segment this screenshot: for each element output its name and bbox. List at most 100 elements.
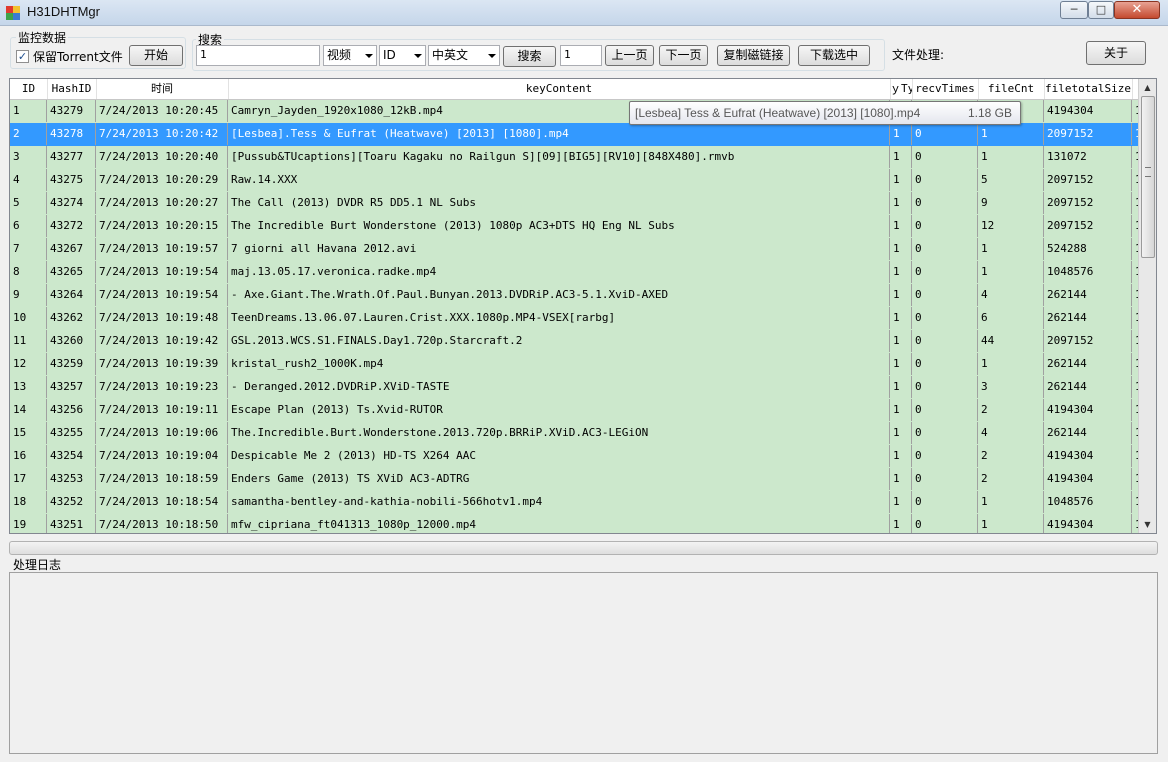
cell-id[interactable]: 12 <box>10 353 47 375</box>
cell-keycontent[interactable]: Escape Plan (2013) Ts.Xvid-RUTOR <box>228 399 890 421</box>
cell-hashid[interactable]: 43265 <box>47 261 96 283</box>
cell-filetotalsize[interactable]: 131072 <box>1044 146 1132 168</box>
cell-keycontent[interactable]: [Lesbea].Tess & Eufrat (Heatwave) [2013]… <box>228 123 890 145</box>
cell-recvtimes[interactable]: 0 <box>912 491 978 513</box>
search-input[interactable]: 1 <box>196 45 320 66</box>
cell-hashid[interactable]: 43251 <box>47 514 96 533</box>
cell-hashid[interactable]: 43267 <box>47 238 96 260</box>
column-header-time[interactable]: 时间 <box>96 79 229 99</box>
cell-id[interactable]: 13 <box>10 376 47 398</box>
cell-recvtimes[interactable]: 0 <box>912 330 978 352</box>
scroll-thumb[interactable] <box>1141 96 1155 258</box>
cell-time[interactable]: 7/24/2013 10:20:42 <box>96 123 228 145</box>
cell-filecnt[interactable]: 2 <box>978 399 1044 421</box>
cell-filetotalsize[interactable]: 4194304 <box>1044 445 1132 467</box>
cell-recvtimes[interactable]: 0 <box>912 307 978 329</box>
cell-id[interactable]: 3 <box>10 146 47 168</box>
log-textbox[interactable] <box>9 572 1158 754</box>
cell-keycontent[interactable]: The Incredible Burt Wonderstone (2013) 1… <box>228 215 890 237</box>
type-select[interactable]: 视频 <box>323 45 377 66</box>
cell-filecnt[interactable]: 2 <box>978 468 1044 490</box>
cell-recvtimes[interactable]: 0 <box>912 353 978 375</box>
column-header-type[interactable]: ｙTy <box>890 79 913 99</box>
cell-hashid[interactable]: 43264 <box>47 284 96 306</box>
language-select[interactable]: 中英文 <box>428 45 500 66</box>
table-row[interactable]: 3 43277 7/24/2013 10:20:40 [Pussub&TUcaptio… <box>10 146 1140 170</box>
cell-filetotalsize[interactable]: 524288 <box>1044 238 1132 260</box>
cell-id[interactable]: 7 <box>10 238 47 260</box>
maximize-button[interactable]: □ <box>1088 1 1114 19</box>
cell-filetotalsize[interactable]: 2097152 <box>1044 192 1132 214</box>
vertical-scrollbar[interactable]: ▲ ▼ <box>1138 79 1156 533</box>
table-row[interactable]: 4 43275 7/24/2013 10:20:29 Raw.14.XXX 1 0 5 209… <box>10 169 1140 193</box>
cell-type[interactable]: 1 <box>890 422 912 444</box>
cell-hashid[interactable]: 43259 <box>47 353 96 375</box>
cell-type[interactable]: 1 <box>890 284 912 306</box>
cell-keycontent[interactable]: Raw.14.XXX <box>228 169 890 191</box>
cell-filetotalsize[interactable]: 1048576 <box>1044 491 1132 513</box>
cell-filecnt[interactable]: 1 <box>978 353 1044 375</box>
cell-hashid[interactable]: 43279 <box>47 100 96 122</box>
cell-filecnt[interactable]: 5 <box>978 169 1044 191</box>
table-row[interactable]: 5 43274 7/24/2013 10:20:27 The Call (2013) … <box>10 192 1140 216</box>
cell-id[interactable]: 18 <box>10 491 47 513</box>
cell-type[interactable]: 1 <box>890 468 912 490</box>
cell-recvtimes[interactable]: 0 <box>912 376 978 398</box>
cell-type[interactable]: 1 <box>890 238 912 260</box>
table-row[interactable]: 2 43278 7/24/2013 10:20:42 [Lesbea].Tess & … <box>10 123 1140 147</box>
table-row[interactable]: 12 43259 7/24/2013 10:19:39 kristal_rush2_1… <box>10 353 1140 377</box>
cell-recvtimes[interactable]: 0 <box>912 514 978 533</box>
cell-filetotalsize[interactable]: 262144 <box>1044 376 1132 398</box>
cell-type[interactable]: 1 <box>890 399 912 421</box>
cell-keycontent[interactable]: kristal_rush2_1000K.mp4 <box>228 353 890 375</box>
table-row[interactable]: 9 43264 7/24/2013 10:19:54- Axe.Giant.The.… <box>10 284 1140 308</box>
cell-keycontent[interactable]: Enders Game (2013) TS XViD AC3-ADTRG <box>228 468 890 490</box>
cell-time[interactable]: 7/24/2013 10:18:50 <box>96 514 228 533</box>
cell-filetotalsize[interactable]: 4194304 <box>1044 399 1132 421</box>
cell-filetotalsize[interactable]: 4194304 <box>1044 514 1132 533</box>
table-row[interactable]: 11 43260 7/24/2013 10:19:42 GSL.2013.WCS.S1… <box>10 330 1140 354</box>
cell-type[interactable]: 1 <box>890 192 912 214</box>
cell-filecnt[interactable]: 12 <box>978 215 1044 237</box>
table-row[interactable]: 18 43252 7/24/2013 10:18:54 samantha-bentle… <box>10 491 1140 515</box>
cell-time[interactable]: 7/24/2013 10:20:29 <box>96 169 228 191</box>
cell-id[interactable]: 9 <box>10 284 47 306</box>
cell-filecnt[interactable]: 1 <box>978 491 1044 513</box>
column-header-id[interactable]: ID <box>10 79 48 99</box>
cell-recvtimes[interactable]: 0 <box>912 215 978 237</box>
cell-id[interactable]: 2 <box>10 123 47 145</box>
cell-keycontent[interactable]: GSL.2013.WCS.S1.FINALS.Day1.720p.Starcra… <box>228 330 890 352</box>
cell-filecnt[interactable]: 6 <box>978 307 1044 329</box>
table-row[interactable]: 10 43262 7/24/2013 10:19:48 TeenDreams.13.0… <box>10 307 1140 331</box>
field-select[interactable]: ID <box>379 45 426 66</box>
cell-id[interactable]: 17 <box>10 468 47 490</box>
cell-filecnt[interactable]: 1 <box>978 146 1044 168</box>
cell-id[interactable]: 14 <box>10 399 47 421</box>
cell-filetotalsize[interactable]: 1048576 <box>1044 261 1132 283</box>
cell-recvtimes[interactable]: 0 <box>912 192 978 214</box>
cell-keycontent[interactable]: Despicable Me 2 (2013) HD-TS X264 AAC <box>228 445 890 467</box>
cell-filetotalsize[interactable]: 262144 <box>1044 307 1132 329</box>
cell-hashid[interactable]: 43257 <box>47 376 96 398</box>
cell-filetotalsize[interactable]: 262144 <box>1044 284 1132 306</box>
cell-filetotalsize[interactable]: 2097152 <box>1044 123 1132 145</box>
cell-filecnt[interactable]: 44 <box>978 330 1044 352</box>
about-button[interactable]: 关于 <box>1086 41 1146 65</box>
cell-hashid[interactable]: 43254 <box>47 445 96 467</box>
search-button[interactable]: 搜索 <box>503 46 556 67</box>
cell-time[interactable]: 7/24/2013 10:18:54 <box>96 491 228 513</box>
cell-filetotalsize[interactable]: 262144 <box>1044 353 1132 375</box>
cell-recvtimes[interactable]: 0 <box>912 123 978 145</box>
table-row[interactable]: 14 43256 7/24/2013 10:19:11 Escape Plan (20… <box>10 399 1140 423</box>
cell-filetotalsize[interactable]: 262144 <box>1044 422 1132 444</box>
cell-type[interactable]: 1 <box>890 491 912 513</box>
cell-time[interactable]: 7/24/2013 10:19:54 <box>96 284 228 306</box>
cell-hashid[interactable]: 43275 <box>47 169 96 191</box>
cell-recvtimes[interactable]: 0 <box>912 146 978 168</box>
cell-hashid[interactable]: 43260 <box>47 330 96 352</box>
cell-time[interactable]: 7/24/2013 10:19:54 <box>96 261 228 283</box>
column-header-filetotalsize[interactable]: filetotalSize <box>1044 79 1133 99</box>
cell-keycontent[interactable]: 7 giorni all Havana 2012.avi <box>228 238 890 260</box>
cell-filecnt[interactable]: 3 <box>978 376 1044 398</box>
cell-type[interactable]: 1 <box>890 169 912 191</box>
